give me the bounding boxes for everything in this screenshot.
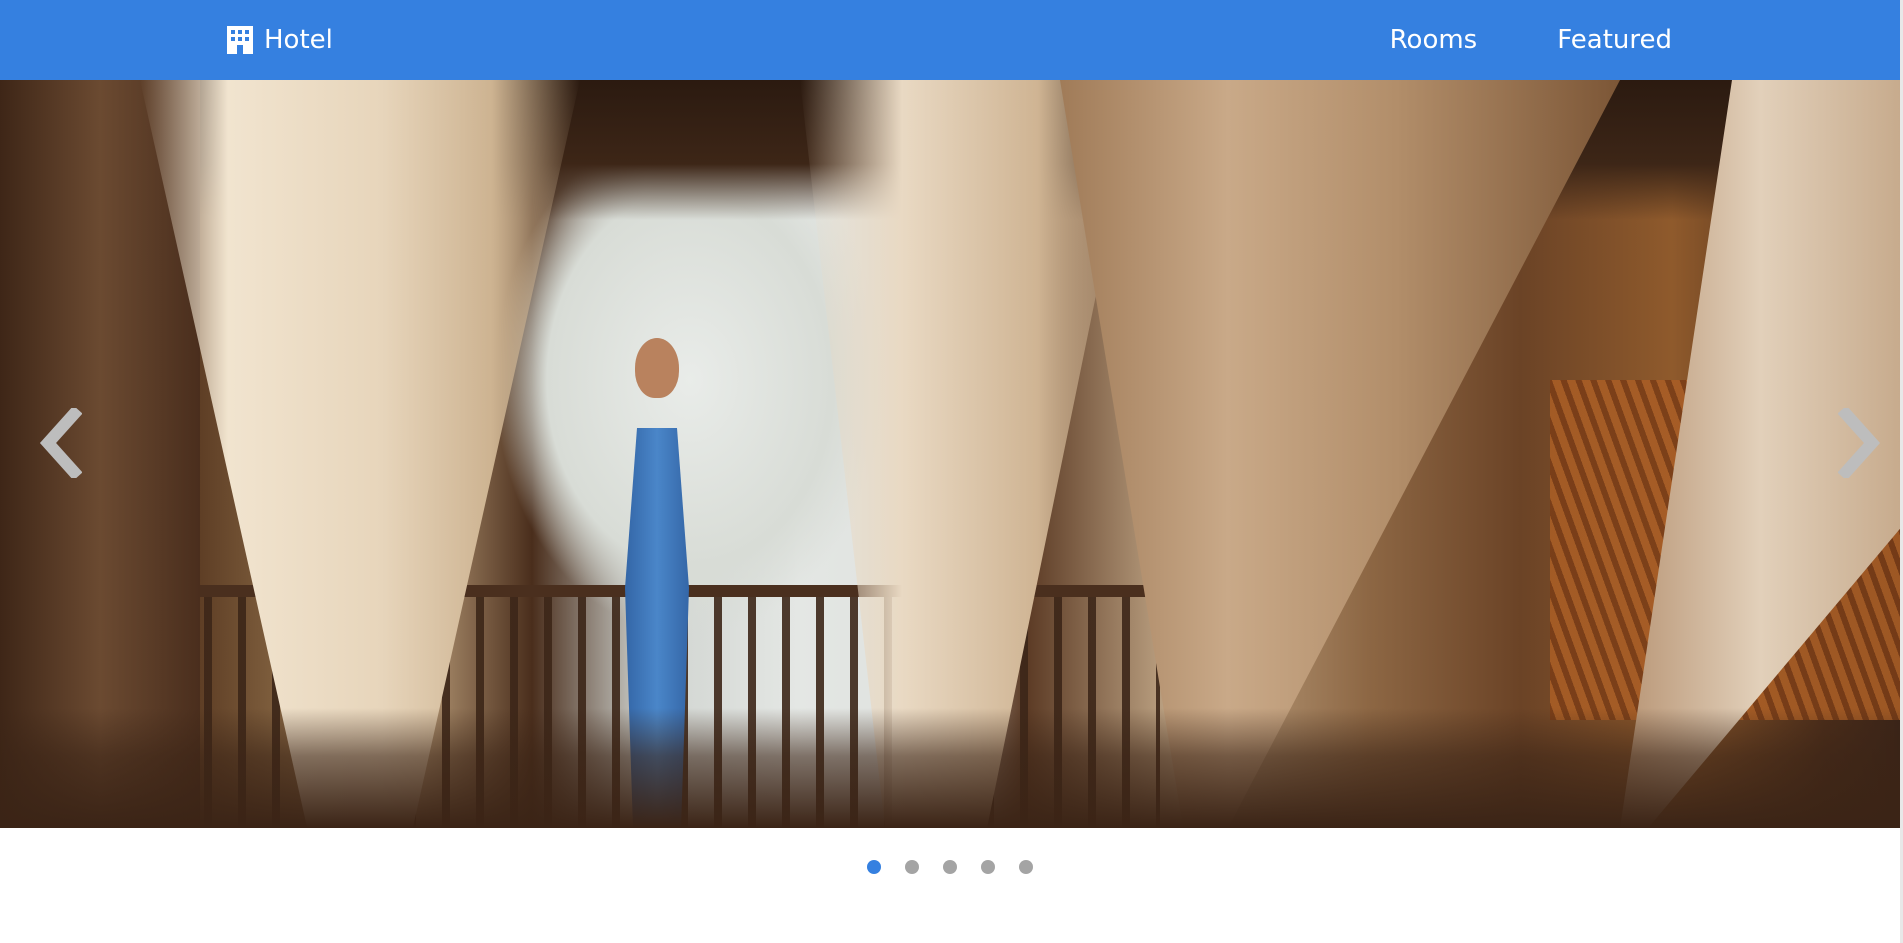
carousel-indicator-3[interactable] — [943, 860, 957, 874]
brand-link[interactable]: Hotel — [224, 22, 333, 58]
carousel-indicators — [0, 860, 1900, 874]
carousel-indicator-4[interactable] — [981, 860, 995, 874]
nav-links: Rooms Featured — [1390, 22, 1672, 58]
carousel-indicator-2[interactable] — [905, 860, 919, 874]
chevron-left-icon — [38, 405, 83, 482]
nav-link-featured[interactable]: Featured — [1557, 22, 1672, 58]
carousel-slide-image — [0, 80, 1900, 828]
top-navbar: Hotel Rooms Featured — [0, 0, 1900, 80]
nav-link-rooms[interactable]: Rooms — [1390, 22, 1478, 58]
image-carousel — [0, 80, 1900, 828]
carousel-indicator-1[interactable] — [867, 860, 881, 874]
hotel-building-icon — [224, 24, 256, 56]
carousel-indicator-5[interactable] — [1019, 860, 1033, 874]
carousel-prev-button[interactable] — [30, 405, 90, 485]
brand-label: Hotel — [264, 25, 333, 55]
carousel-next-button[interactable] — [1830, 405, 1890, 485]
chevron-right-icon — [1837, 405, 1882, 482]
